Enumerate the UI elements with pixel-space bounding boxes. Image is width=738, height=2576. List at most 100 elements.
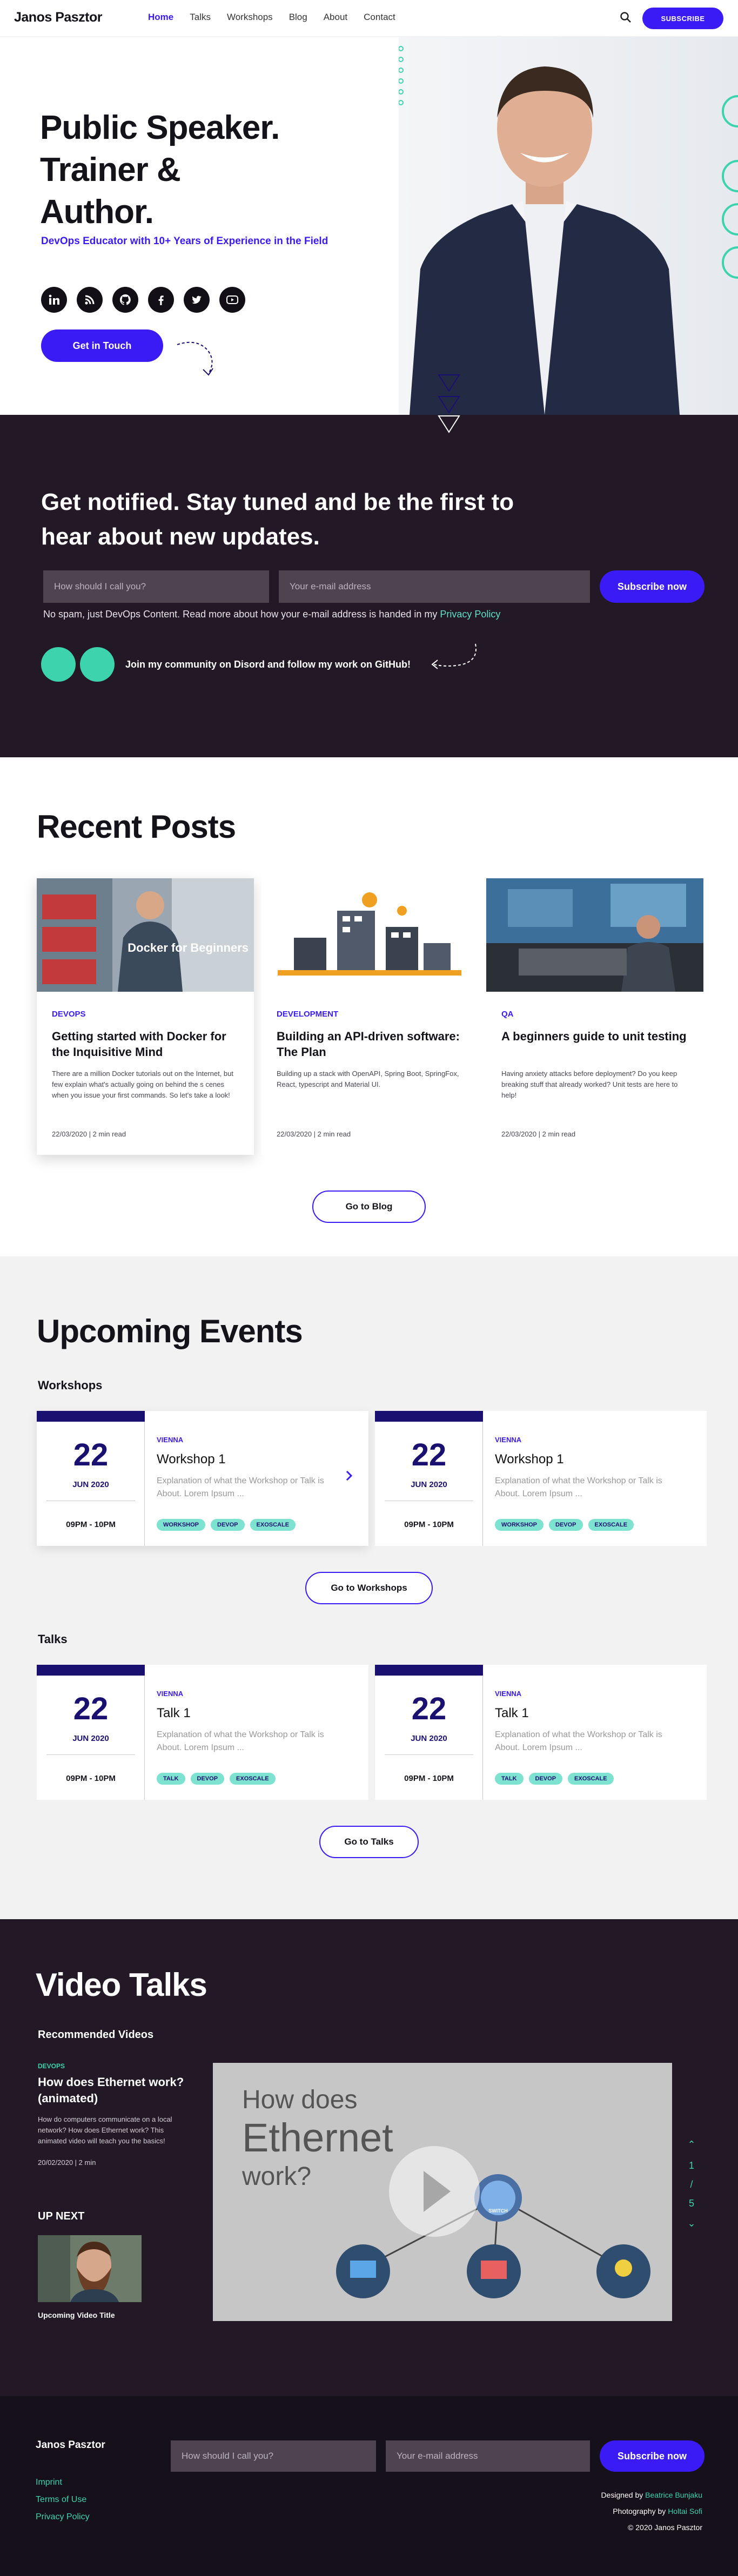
event-date-bar [37, 1665, 145, 1676]
photographer-link[interactable]: Holtai Sofi [668, 2507, 702, 2516]
post-excerpt: Having anxiety attacks before deployment… [501, 1070, 678, 1099]
event-tag[interactable]: TALK [157, 1773, 185, 1785]
event-day: 22 [73, 1691, 109, 1726]
event-description: Explanation of what the Workshop or Talk… [495, 1476, 662, 1498]
rss-icon[interactable] [77, 287, 103, 313]
nav-link-about[interactable]: About [324, 12, 347, 23]
get-in-touch-button[interactable]: Get in Touch [41, 329, 163, 362]
event-tag[interactable]: EXOSCALE [568, 1773, 614, 1785]
hero-title-line: Author. [40, 193, 154, 231]
newsletter-subscribe-button[interactable]: Subscribe now [600, 570, 705, 603]
video-title[interactable]: How does Ethernet work? (animated) [38, 2074, 200, 2107]
event-day: 22 [411, 1437, 447, 1472]
event-tag[interactable]: EXOSCALE [230, 1773, 276, 1785]
nav-link-talks[interactable]: Talks [190, 12, 211, 23]
event-description: Explanation of what the Workshop or Talk… [157, 1730, 324, 1752]
designer-link[interactable]: Beatrice Bunjaku [645, 2491, 702, 2499]
event-title[interactable]: Workshop 1 [495, 1452, 564, 1467]
event-tag[interactable]: EXOSCALE [588, 1519, 634, 1531]
newsletter-name-input[interactable]: How should I call you? [43, 570, 269, 603]
event-tags: WORKSHOP DEVOP EXOSCALE [157, 1519, 296, 1531]
nav-link-home[interactable]: Home [148, 12, 173, 23]
chevron-right-icon[interactable] [343, 1469, 355, 1482]
event-tag[interactable]: DEVOP [211, 1519, 245, 1531]
arrow-doodle-icon [431, 643, 477, 669]
post-image [261, 878, 479, 992]
arrow-doodle-icon [177, 341, 213, 376]
event-tag[interactable]: EXOSCALE [250, 1519, 296, 1531]
hero-title: Public Speaker. Trainer & Author. [40, 107, 364, 233]
post-title[interactable]: Getting started with Docker for the Inqu… [52, 1028, 241, 1060]
subscribe-button[interactable]: SUBSCRIBE [642, 8, 723, 29]
event-tags: TALK DEVOP EXOSCALE [495, 1773, 614, 1785]
event-tag[interactable]: DEVOP [528, 1773, 563, 1785]
post-title[interactable]: A beginners guide to unit testing [501, 1028, 690, 1044]
go-to-workshops-button[interactable]: Go to Workshops [305, 1572, 433, 1604]
footer-email-input[interactable]: Your e-mail address [386, 2440, 590, 2472]
post-meta: 22/03/2020 | 2 min read [501, 1130, 576, 1138]
post-meta: 22/03/2020 | 2 min read [52, 1130, 126, 1138]
chevron-down-icon[interactable]: ⌄ [686, 2218, 697, 2229]
event-tag[interactable]: TALK [495, 1773, 524, 1785]
post-image: Docker for Beginners [37, 878, 254, 992]
talks-heading: Talks [38, 1632, 68, 1646]
event-city: VIENNA [495, 1436, 522, 1444]
footer-link-terms[interactable]: Terms of Use [36, 2495, 90, 2505]
workshop-card[interactable]: 22 JUN 2020 09PM - 10PM VIENNA Workshop … [37, 1411, 368, 1546]
site-logo[interactable]: Janos Pasztor [14, 10, 103, 25]
github-community-icon[interactable] [80, 647, 115, 682]
event-tag[interactable]: DEVOP [190, 1773, 225, 1785]
footer-logo[interactable]: Janos Pasztor [36, 2439, 105, 2451]
nav-link-blog[interactable]: Blog [289, 12, 307, 23]
discord-icon[interactable] [41, 647, 76, 682]
event-tag[interactable]: WORKSHOP [157, 1519, 205, 1531]
event-tag[interactable]: DEVOP [549, 1519, 583, 1531]
upcoming-video-thumbnail[interactable] [38, 2235, 142, 2302]
footer-link-privacy[interactable]: Privacy Policy [36, 2512, 90, 2522]
post-title[interactable]: Building an API-driven software: The Pla… [277, 1028, 466, 1060]
nav-link-workshops[interactable]: Workshops [227, 12, 273, 23]
post-card[interactable]: DEVELOPMENT Building an API-driven softw… [261, 878, 479, 1155]
go-to-talks-button[interactable]: Go to Talks [319, 1826, 419, 1858]
event-tag[interactable]: WORKSHOP [495, 1519, 544, 1531]
newsletter-email-input[interactable]: Your e-mail address [279, 570, 590, 603]
upcoming-video-title[interactable]: Upcoming Video Title [38, 2311, 115, 2319]
event-month: JUN 2020 [72, 1734, 109, 1743]
upcoming-events-title: Upcoming Events [37, 1313, 303, 1349]
search-icon[interactable] [619, 11, 632, 24]
linkedin-icon[interactable] [41, 287, 67, 313]
twitter-icon[interactable] [184, 287, 210, 313]
newsletter-note: No spam, just DevOps Content. Read more … [43, 609, 500, 620]
footer-link-imprint[interactable]: Imprint [36, 2478, 90, 2487]
github-icon[interactable] [112, 287, 138, 313]
facebook-icon[interactable] [148, 287, 174, 313]
nav-link-contact[interactable]: Contact [364, 12, 395, 23]
divider [46, 1754, 135, 1755]
workshop-card[interactable]: 22 JUN 2020 09PM - 10PM VIENNA Workshop … [375, 1411, 707, 1546]
switch-label: SWITCH [488, 2208, 508, 2214]
footer-links: Imprint Terms of Use Privacy Policy [36, 2478, 90, 2522]
youtube-icon[interactable] [219, 287, 245, 313]
footer-subscribe-button[interactable]: Subscribe now [600, 2440, 705, 2472]
event-title[interactable]: Talk 1 [495, 1706, 529, 1721]
post-image [486, 878, 703, 992]
event-title[interactable]: Workshop 1 [157, 1452, 226, 1467]
video-category: DEVOPS [38, 2062, 65, 2070]
design-credit: Designed by Beatrice Bunjaku [486, 2487, 702, 2503]
talk-card[interactable]: 22 JUN 2020 09PM - 10PM VIENNA Talk 1 Ex… [37, 1665, 368, 1800]
talk-card[interactable]: 22 JUN 2020 09PM - 10PM VIENNA Talk 1 Ex… [375, 1665, 707, 1800]
pager-current: 1 [688, 2160, 694, 2171]
post-card[interactable]: Docker for Beginners DEVOPS Getting star… [37, 878, 254, 1155]
chevron-up-icon[interactable]: ⌃ [686, 2139, 697, 2150]
go-to-blog-button[interactable]: Go to Blog [312, 1191, 426, 1223]
post-card[interactable]: QA A beginners guide to unit testing Hav… [486, 878, 703, 1155]
event-title[interactable]: Talk 1 [157, 1706, 191, 1721]
newsletter-title: Get notified. Stay tuned and be the firs… [41, 489, 514, 550]
network-diagram: SWITCH [336, 2146, 650, 2298]
workshops-heading: Workshops [38, 1378, 103, 1392]
event-time: 09PM - 10PM [404, 1774, 454, 1783]
privacy-policy-link[interactable]: Privacy Policy [440, 609, 500, 620]
social-links [41, 287, 245, 313]
video-player[interactable]: How does Ethernet work? SWITCH [213, 2063, 672, 2321]
footer-name-input[interactable]: How should I call you? [171, 2440, 376, 2472]
